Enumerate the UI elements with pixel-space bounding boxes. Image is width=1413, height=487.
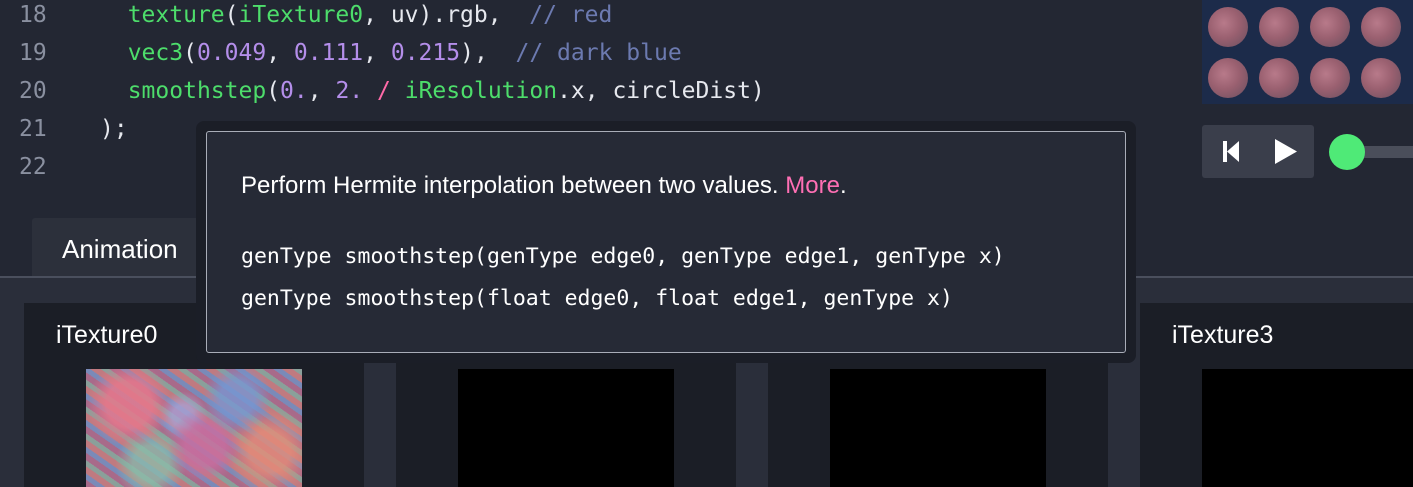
code-token: // red xyxy=(529,2,613,28)
play-button[interactable] xyxy=(1258,125,1314,178)
restart-button[interactable] xyxy=(1202,125,1258,178)
code-token: texture xyxy=(127,2,225,28)
code-token: iTexture0 xyxy=(238,2,364,28)
line-code[interactable]: texture(iTexture0, uv).rgb, // red xyxy=(100,0,613,34)
code-token: ( xyxy=(266,78,281,104)
preview-circle xyxy=(1208,58,1248,98)
texture-thumbnail[interactable] xyxy=(458,369,674,487)
code-line[interactable]: 19 vec3(0.049, 0.111, 0.215), // dark bl… xyxy=(0,34,1200,72)
code-token: ); xyxy=(100,116,128,142)
line-code[interactable] xyxy=(100,148,128,186)
code-line[interactable]: 18 texture(iTexture0, uv).rgb, // red xyxy=(0,0,1200,34)
code-token: , uv).rgb, xyxy=(363,2,530,28)
code-token: 0.111 xyxy=(293,40,364,66)
line-code[interactable]: vec3(0.049, 0.111, 0.215), // dark blue xyxy=(100,34,682,72)
code-token: , xyxy=(307,78,336,104)
playback-button-group xyxy=(1202,125,1314,178)
code-token: // dark blue xyxy=(515,40,682,66)
code-token: 2. xyxy=(335,78,364,104)
code-token: iResolution xyxy=(404,78,558,104)
code-token: 0.049 xyxy=(196,40,267,66)
shader-preview xyxy=(1202,0,1413,104)
preview-circle xyxy=(1361,58,1401,98)
skip-back-icon xyxy=(1223,141,1239,162)
function-tooltip: Perform Hermite interpolation between tw… xyxy=(206,131,1126,353)
preview-circle xyxy=(1208,7,1248,47)
line-number: 22 xyxy=(19,154,47,180)
playback-controls xyxy=(1202,125,1413,180)
code-token: 0. xyxy=(280,78,308,104)
code-token: , xyxy=(363,40,391,66)
texture-thumbnail[interactable] xyxy=(86,369,302,487)
code-token: 0.215 xyxy=(390,40,461,66)
code-token: / xyxy=(377,78,391,104)
line-code[interactable]: ); xyxy=(100,110,128,148)
tab-animation[interactable]: Animation xyxy=(32,218,222,276)
play-icon xyxy=(1275,139,1297,164)
line-number: 21 xyxy=(19,116,47,142)
preview-circle xyxy=(1310,7,1350,47)
tooltip-period: . xyxy=(839,172,847,199)
tooltip-signature: genType smoothstep(genType edge0, genTyp… xyxy=(241,244,1005,269)
code-token: , xyxy=(266,40,294,66)
texture-slot-3[interactable]: iTexture3 xyxy=(1140,303,1413,487)
texture-slot-title: iTexture3 xyxy=(1172,321,1274,349)
tooltip-description: Perform Hermite interpolation between tw… xyxy=(241,172,847,200)
code-token: ( xyxy=(183,40,197,66)
preview-circle xyxy=(1361,7,1401,47)
texture-slot-title: iTexture0 xyxy=(56,321,158,349)
line-number: 20 xyxy=(19,78,47,104)
texture-thumbnail[interactable] xyxy=(830,369,1046,487)
code-token: ( xyxy=(224,2,239,28)
preview-circle xyxy=(1259,58,1299,98)
line-number: 19 xyxy=(19,40,47,66)
code-token: vec3 xyxy=(127,40,184,66)
texture-thumbnail[interactable] xyxy=(1202,369,1413,487)
code-token: smoothstep xyxy=(127,78,267,104)
tooltip-description-text: Perform Hermite interpolation between tw… xyxy=(241,172,779,199)
line-number: 18 xyxy=(19,2,47,28)
code-token: .x, circleDist) xyxy=(557,78,765,104)
code-token: ), xyxy=(460,40,516,66)
tooltip-more-link[interactable]: More xyxy=(785,172,840,199)
line-code[interactable]: smoothstep(0., 2. / iResolution.x, circl… xyxy=(100,72,765,110)
preview-circle xyxy=(1259,7,1299,47)
code-line[interactable]: 20 smoothstep(0., 2. / iResolution.x, ci… xyxy=(0,72,1200,110)
timeline-handle[interactable] xyxy=(1329,134,1365,170)
tooltip-signature: genType smoothstep(float edge0, float ed… xyxy=(241,286,953,311)
preview-circle xyxy=(1310,58,1350,98)
timeline-track[interactable] xyxy=(1362,146,1413,158)
